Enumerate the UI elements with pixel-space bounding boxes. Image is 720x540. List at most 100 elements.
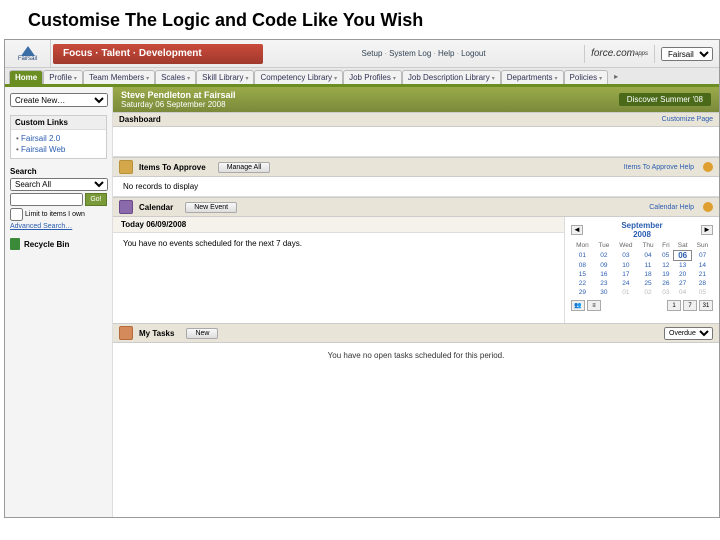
limit-checkbox-row[interactable]: Limit to items I own [10,208,107,221]
nav-syslog[interactable]: System Log [389,49,431,58]
approve-section: Items To Approve Manage All Items To App… [113,157,719,197]
search-scope[interactable]: Search All [10,178,108,191]
tasks-title: My Tasks [139,329,174,338]
cal-day[interactable]: 18 [638,270,659,279]
approve-help-link[interactable]: Items To Approve Help [624,164,694,171]
cal-day[interactable]: 17 [614,270,638,279]
create-new-select[interactable]: Create New… [10,93,108,107]
tab-competency-library[interactable]: Competency Library▾ [254,70,343,84]
cal-day[interactable]: 13 [673,261,691,271]
tab-more[interactable]: ▸ [608,70,624,84]
nav-help[interactable]: Help [438,49,454,58]
approve-empty: No records to display [113,177,719,197]
cal-view-day[interactable]: 1 [667,300,681,311]
cal-day[interactable]: 15 [571,270,594,279]
customize-page-link[interactable]: Customize Page [662,116,713,123]
cal-day[interactable]: 01 [614,288,638,297]
manage-all-button[interactable]: Manage All [218,162,271,173]
topbar: Fairsail Focus · Talent · Development Se… [5,40,719,68]
cal-day[interactable]: 22 [571,279,594,288]
tab-policies[interactable]: Policies▾ [564,70,609,84]
user-bar: Steve Pendleton at Fairsail Saturday 06 … [113,87,719,112]
link-fairsail-20[interactable]: Fairsail 2.0 [16,133,101,144]
cal-next[interactable]: ► [701,225,713,235]
cal-day[interactable]: 24 [614,279,638,288]
advanced-search-link[interactable]: Advanced Search… [10,223,72,230]
dashboard-section: Dashboard Customize Page [113,112,719,157]
search-panel: Search Search All Go! Limit to items I o… [10,167,107,230]
logo-triangle-icon [21,46,35,56]
tab-departments[interactable]: Departments▾ [501,70,564,84]
cal-day[interactable]: 19 [658,270,673,279]
cal-view-list[interactable]: ≡ [587,300,601,311]
cal-day[interactable]: 04 [638,251,659,261]
tasks-msg: You have no open tasks scheduled for thi… [113,343,719,368]
limit-checkbox[interactable] [10,208,23,221]
discover-button[interactable]: Discover Summer '08 [619,93,711,106]
cal-day[interactable]: 03 [614,251,638,261]
cal-day[interactable]: 27 [673,279,691,288]
recycle-bin[interactable]: Recycle Bin [10,238,107,250]
cal-day[interactable]: 01 [571,251,594,261]
cal-day[interactable]: 03 [658,288,673,297]
cal-day[interactable]: 05 [658,251,673,261]
search-go-button[interactable]: Go! [85,193,107,206]
cal-day[interactable]: 10 [614,261,638,271]
calendar-help-link[interactable]: Calendar Help [649,204,694,211]
tab-job-profiles[interactable]: Job Profiles▾ [343,70,402,84]
cal-day[interactable]: 02 [638,288,659,297]
cal-day[interactable]: 09 [594,261,614,271]
cal-day[interactable]: 25 [638,279,659,288]
cal-day[interactable]: 16 [594,270,614,279]
link-fairsail-web[interactable]: Fairsail Web [16,144,101,155]
nav-setup[interactable]: Setup [361,49,382,58]
tab-team-members[interactable]: Team Members▾ [83,70,155,84]
cal-day[interactable]: 23 [594,279,614,288]
cal-day[interactable]: 26 [658,279,673,288]
user-name-line: Steve Pendleton at Fairsail [121,90,236,100]
cal-view-multi[interactable]: 👥 [571,300,585,311]
cal-day[interactable]: 06 [673,251,691,261]
new-task-button[interactable]: New [186,328,218,339]
user-date: Saturday 06 September 2008 [121,100,226,109]
top-nav: Setup· System Log· Help· Logout [263,49,584,58]
cal-prev[interactable]: ◄ [571,225,583,235]
recycle-bin-icon [10,238,20,250]
cal-day[interactable]: 29 [571,288,594,297]
cal-view-month[interactable]: 31 [699,300,713,311]
tasks-filter[interactable]: Overdue [664,327,713,340]
sidebar: Create New… Custom Links Fairsail 2.0 Fa… [5,87,113,517]
mini-calendar: ◄ September2008 ► MonTueWedThuFriSatSun … [564,217,719,323]
tab-home[interactable]: Home [9,70,43,84]
tasks-section: My Tasks New Overdue You have no open ta… [113,323,719,368]
app-selector[interactable]: Fairsail [661,47,713,61]
cal-day[interactable]: 21 [692,270,713,279]
tab-skill-library[interactable]: Skill Library▾ [196,70,254,84]
cal-day[interactable]: 04 [673,288,691,297]
new-event-button[interactable]: New Event [185,202,237,213]
search-title: Search [10,167,107,176]
cal-day[interactable]: 05 [692,288,713,297]
cal-day[interactable]: 08 [571,261,594,271]
cal-day[interactable]: 28 [692,279,713,288]
nav-logout[interactable]: Logout [461,49,485,58]
cal-day[interactable]: 14 [692,261,713,271]
app-window: Fairsail Focus · Talent · Development Se… [4,39,720,518]
cal-day[interactable]: 07 [692,251,713,261]
cal-day[interactable]: 11 [638,261,659,271]
cal-day[interactable]: 12 [658,261,673,271]
cal-day[interactable]: 02 [594,251,614,261]
help-icon[interactable] [703,162,713,172]
tab-job-desc-library[interactable]: Job Description Library▾ [402,70,501,84]
help-icon[interactable] [703,202,713,212]
calendar-title: Calendar [139,203,173,212]
cal-day[interactable]: 20 [673,270,691,279]
cal-view-week[interactable]: 7 [683,300,697,311]
tab-scales[interactable]: Scales▾ [155,70,196,84]
cal-day[interactable]: 30 [594,288,614,297]
search-input[interactable] [10,193,83,206]
slide-title: Customise The Logic and Code Like You Wi… [0,0,720,39]
tasks-icon [119,326,133,340]
tab-profile[interactable]: Profile▾ [43,70,83,84]
calendar-icon [119,200,133,214]
